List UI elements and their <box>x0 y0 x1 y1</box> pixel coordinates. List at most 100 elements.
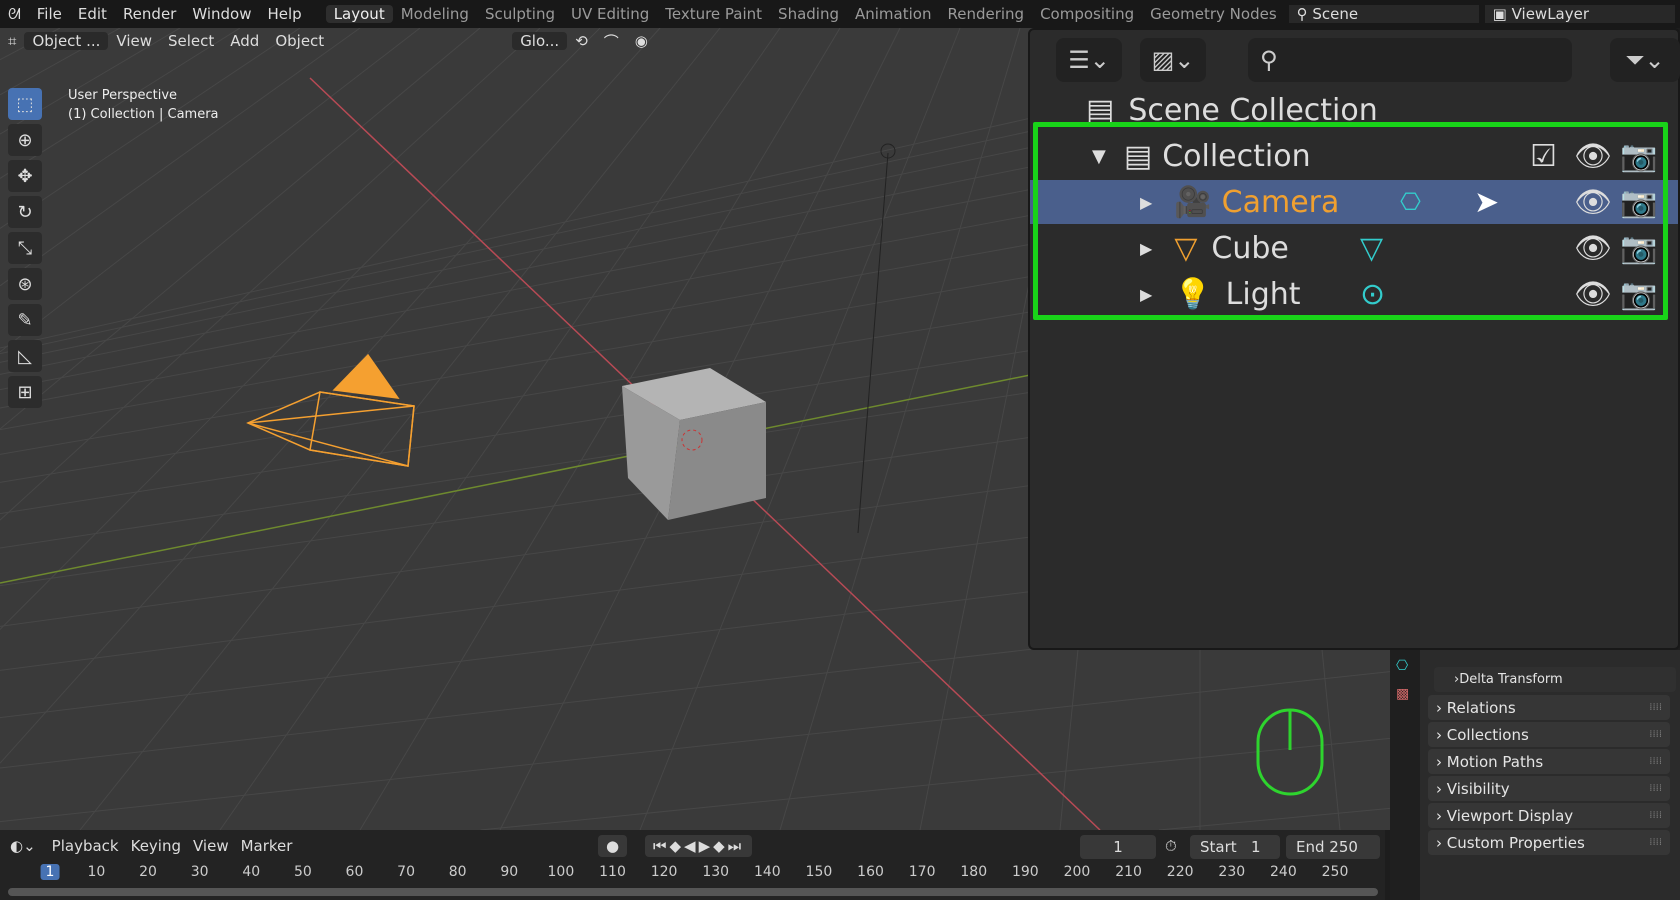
frame-tick: 120 <box>650 864 678 880</box>
section-viewport-display[interactable]: › Viewport Display ⁞⁞⁞⁞ <box>1428 803 1670 828</box>
section-motion-paths[interactable]: › Motion Paths ⁞⁞⁞⁞ <box>1428 749 1670 774</box>
grid-line <box>0 28 361 287</box>
texture-tab-icon[interactable]: ▩ <box>1390 682 1420 706</box>
menu-playback[interactable]: Playback <box>46 837 125 855</box>
scale-tool-icon[interactable]: ⤡ <box>8 232 42 264</box>
frame-tick: 220 <box>1166 864 1194 880</box>
rotate-tool-icon[interactable]: ↻ <box>8 196 42 228</box>
frame-tick: 230 <box>1218 864 1246 880</box>
tab-modeling[interactable]: Modeling <box>393 5 477 23</box>
proportional-edit-icon[interactable]: ◉ <box>627 32 656 50</box>
section-visibility[interactable]: › Visibility ⁞⁞⁞⁞ <box>1428 776 1670 801</box>
menu-marker[interactable]: Marker <box>235 837 299 855</box>
stopwatch-icon[interactable]: ⏱ <box>1165 837 1177 855</box>
tab-compositing[interactable]: Compositing <box>1032 5 1142 23</box>
frame-tick: 100 <box>547 864 575 880</box>
object-data-tab-icon[interactable]: ⎔ <box>1390 650 1420 682</box>
drag-handle-icon[interactable]: ⁞⁞⁞⁞ <box>1649 783 1662 794</box>
tab-geometry-nodes[interactable]: Geometry Nodes <box>1142 5 1285 23</box>
viewlayer-selector[interactable]: ▣ ViewLayer <box>1484 5 1675 23</box>
menu-render[interactable]: Render <box>115 5 184 23</box>
frame-tick: 140 <box>753 864 781 880</box>
blender-logo-icon[interactable]: ᘛ <box>0 5 29 23</box>
camera-object[interactable] <box>246 353 415 467</box>
drag-handle-icon[interactable]: ⁞⁞⁞⁞ <box>1649 729 1662 740</box>
frame-tick: 30 <box>190 864 209 880</box>
drag-handle-icon[interactable]: ⁞⁞⁞⁞ <box>1649 837 1662 848</box>
cursor-tool-icon[interactable]: ⊕ <box>8 124 42 156</box>
top-menu-bar: ᘛ File Edit Render Window Help Layout Mo… <box>0 0 1680 28</box>
end-frame-field[interactable]: End 250 <box>1286 835 1380 859</box>
menu-window[interactable]: Window <box>184 5 259 23</box>
cube-object[interactable] <box>622 368 766 520</box>
section-collections[interactable]: › Collections ⁞⁞⁞⁞ <box>1428 722 1670 747</box>
grid-line <box>0 28 421 353</box>
orientation-selector[interactable]: Glo... <box>512 32 568 50</box>
frame-tick: 150 <box>805 864 833 880</box>
properties-panel: ⎔ ▩ › Delta Transform › Relations ⁞⁞⁞⁞ › … <box>1390 650 1680 900</box>
section-custom-properties[interactable]: › Custom Properties ⁞⁞⁞⁞ <box>1428 830 1670 855</box>
section-delta-transform[interactable]: › Delta Transform <box>1434 667 1676 692</box>
grid-line <box>0 671 1390 823</box>
grid-line <box>79 28 721 830</box>
menu-edit[interactable]: Edit <box>70 5 115 23</box>
perspective-label: User Perspective <box>68 88 178 103</box>
tab-shading[interactable]: Shading <box>770 5 847 23</box>
tab-sculpting[interactable]: Sculpting <box>477 5 563 23</box>
playback-controls[interactable]: ⏮◆◀▶◆⏭ <box>645 835 753 857</box>
menu-view[interactable]: View <box>187 837 235 855</box>
grid-line <box>779 28 1021 830</box>
menu-help[interactable]: Help <box>260 5 310 23</box>
display-mode-icon[interactable]: ☰⌄ <box>1056 38 1122 82</box>
tab-uv-editing[interactable]: UV Editing <box>563 5 657 23</box>
grid-line <box>359 28 841 830</box>
section-relations[interactable]: › Relations ⁞⁞⁞⁞ <box>1428 695 1670 720</box>
add-cube-tool-icon[interactable]: ⊞ <box>8 376 42 408</box>
navigation-mouse-icon[interactable] <box>1256 708 1324 796</box>
drag-handle-icon[interactable]: ⁞⁞⁞⁞ <box>1649 756 1662 767</box>
scene-selector[interactable]: ⚲ Scene <box>1288 5 1479 23</box>
tab-animation[interactable]: Animation <box>847 5 939 23</box>
properties-tabs: ⎔ ▩ <box>1390 650 1420 900</box>
filter-icon[interactable]: ⏷⌄ <box>1610 38 1680 82</box>
start-label: Start <box>1200 838 1237 856</box>
drag-handle-icon[interactable]: ⁞⁞⁞⁞ <box>1649 810 1662 821</box>
frame-tick: 70 <box>397 864 415 880</box>
tab-texture-paint[interactable]: Texture Paint <box>657 5 770 23</box>
tab-rendering[interactable]: Rendering <box>939 5 1032 23</box>
frame-tick: 20 <box>139 864 157 880</box>
editor-type-icon[interactable]: ◐⌄ <box>0 837 46 855</box>
menu-object[interactable]: Object <box>267 32 332 50</box>
timeline-panel: ◐⌄ Playback Keying View Marker ● ⏮◆◀▶◆⏭ … <box>0 830 1385 900</box>
frame-tick: 60 <box>345 864 364 880</box>
current-frame-field[interactable]: 1 <box>1080 835 1156 859</box>
measure-tool-icon[interactable]: ◺ <box>8 340 42 372</box>
frame-tick: 200 <box>1063 864 1091 880</box>
snap-icon[interactable]: ⌒ <box>596 31 627 52</box>
start-value: 1 <box>1250 838 1261 856</box>
viewport-info: User Perspective (1) Collection | Camera <box>68 86 219 124</box>
move-tool-icon[interactable]: ✥ <box>8 160 42 192</box>
start-frame-field[interactable]: Start 1 <box>1190 835 1280 859</box>
drag-handle-icon[interactable]: ⁞⁞⁞⁞ <box>1649 702 1662 713</box>
scene-name: Scene <box>1312 5 1359 23</box>
timeline-scrollbar[interactable] <box>8 888 1378 896</box>
menu-keying[interactable]: Keying <box>125 837 187 855</box>
menu-add[interactable]: Add <box>222 32 267 50</box>
record-button[interactable]: ● <box>598 835 628 857</box>
editor-type-icon[interactable]: ⌗ <box>0 32 24 50</box>
transform-tool-icon[interactable]: ⊛ <box>8 268 42 300</box>
annotate-tool-icon[interactable]: ✎ <box>8 304 42 336</box>
search-input[interactable]: ⚲ <box>1248 38 1572 82</box>
frame-tick: 80 <box>448 864 467 880</box>
filter-type-icon[interactable]: ▨⌄ <box>1140 38 1206 82</box>
frame-tick: 240 <box>1270 864 1297 880</box>
mode-selector[interactable]: Object ... <box>24 32 109 50</box>
menu-view[interactable]: View <box>108 32 160 50</box>
menu-file[interactable]: File <box>29 5 70 23</box>
menu-select[interactable]: Select <box>160 32 222 50</box>
select-box-tool-icon[interactable]: ⬚ <box>8 88 42 120</box>
tab-layout[interactable]: Layout <box>325 5 393 23</box>
section-label: Collections <box>1446 725 1529 744</box>
pivot-icon[interactable]: ⟲ <box>567 32 596 50</box>
